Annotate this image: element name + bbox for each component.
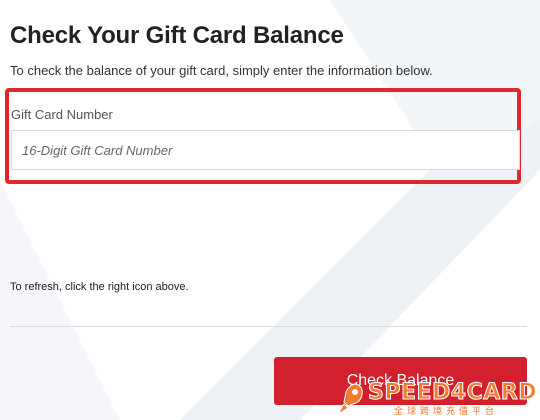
gift-card-number-label: Gift Card Number xyxy=(11,107,113,122)
page-title: Check Your Gift Card Balance xyxy=(10,22,344,49)
watermark-tagline: 全球跨境充值平台 xyxy=(394,407,499,417)
gift-card-number-input[interactable] xyxy=(11,130,520,170)
page-subtitle: To check the balance of your gift card, … xyxy=(10,63,433,78)
gift-card-balance-form: Check Your Gift Card Balance To check th… xyxy=(0,0,540,420)
divider xyxy=(10,326,527,327)
refresh-note: To refresh, click the right icon above. xyxy=(10,281,189,293)
check-balance-button[interactable]: Check Balance xyxy=(274,357,527,405)
